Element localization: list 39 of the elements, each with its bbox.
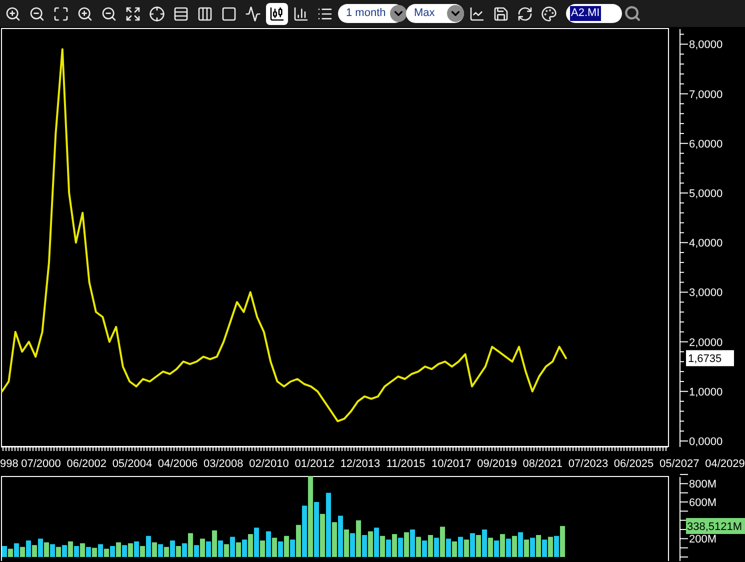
axis-label: 07/2023 [568,458,608,470]
current-volume: 338,5121M [686,518,745,534]
axis-label: 05/2004 [112,458,152,470]
axis-label: 03/2008 [204,458,244,470]
symbol-value: A2.MI [570,6,601,21]
search-icon[interactable] [624,5,641,22]
axis-label: 800M [689,478,717,491]
current-value: 1,6735 [686,350,734,366]
axis-label: 10/2017 [432,458,472,470]
symbol-field[interactable]: A2.MI [566,4,622,23]
axis-label: 04/2029 [705,458,745,470]
axis-label: 08/2021 [522,458,562,470]
axis-label: 6,0000 [689,138,723,150]
axis-label: 8,0000 [689,39,723,52]
axis-label: 200M [689,534,717,546]
chevron-down-icon [447,5,464,22]
axis-label: 4,0000 [689,238,723,250]
axis-label: 2,0000 [689,336,723,349]
axis-label: 998 [0,458,18,470]
axis-label: 600M [689,496,717,509]
candlestick-icon[interactable] [266,2,288,24]
axis-label: 09/2019 [477,458,517,470]
chevron-down-icon [390,5,407,22]
axis-label: 05/2027 [660,458,700,470]
axis-label: 02/2010 [249,458,289,470]
dropdown[interactable]: 1 month [338,4,404,23]
axis-label: 7,0000 [689,88,723,101]
axis-label: 01/2012 [294,458,334,470]
axis-label: 06/2002 [66,458,106,470]
axis-label: 5,0000 [689,188,723,200]
axis-label: 06/2025 [614,458,654,470]
axis-label: 11/2015 [386,458,426,470]
axis-label: 1,0000 [689,386,723,398]
axis-label: 04/2006 [158,458,198,470]
axis-label: 0,0000 [689,436,723,448]
axis-label: 3,0000 [689,287,723,300]
axis-label: 12/2013 [340,458,380,470]
dropdown[interactable]: Max [406,4,464,23]
axis-label: 07/2000 [21,458,61,470]
